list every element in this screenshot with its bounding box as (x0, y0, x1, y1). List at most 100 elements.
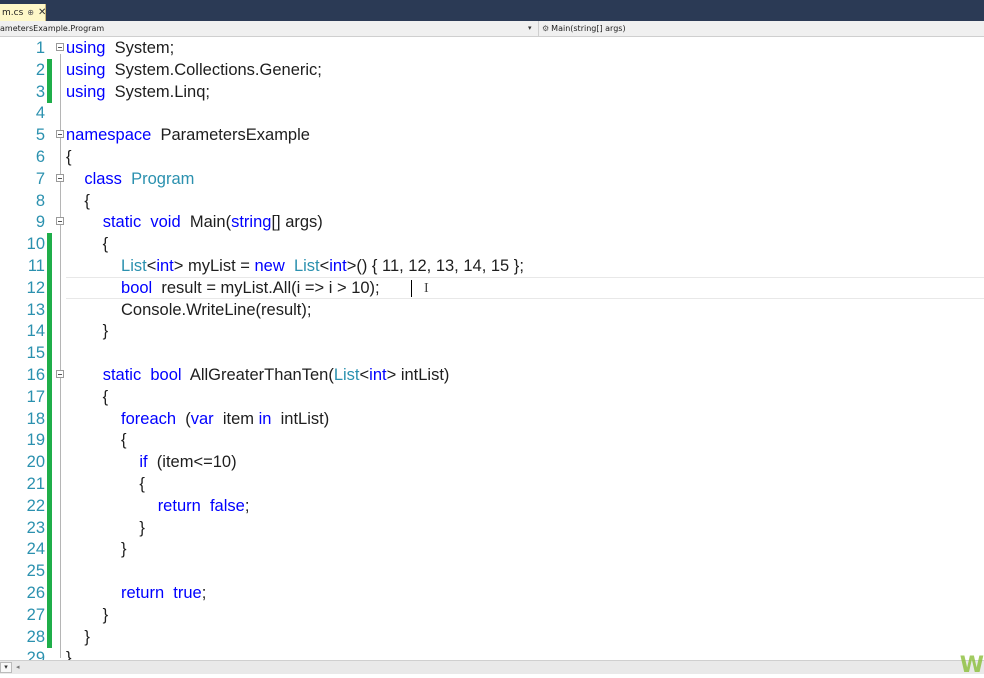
code-line[interactable]: 8 { (0, 190, 984, 212)
code-line[interactable]: 20 if (item<=10) (0, 451, 984, 474)
close-icon[interactable]: ✕ (38, 7, 46, 18)
keyword-token: bool (150, 366, 182, 384)
line-number: 4 (35, 104, 45, 123)
code-token: < (146, 257, 157, 275)
keyword-token: void (150, 213, 181, 232)
code-line[interactable]: 15 (0, 342, 984, 365)
line-number: 13 (26, 300, 45, 319)
code-line[interactable]: 23 } (0, 516, 984, 539)
code-text: class Program (66, 168, 194, 190)
type-token: List (121, 257, 147, 275)
code-line[interactable]: 25 (0, 560, 984, 583)
code-line[interactable]: 29} (0, 647, 984, 660)
code-line[interactable]: 18 foreach (var item in intList) (0, 407, 984, 430)
code-line[interactable]: 10 { (0, 233, 984, 256)
code-line[interactable]: 9 static void Main(string[] args) (0, 211, 984, 233)
text-caret (411, 280, 412, 297)
keyword-token: new (254, 257, 285, 275)
keyword-token: return (121, 584, 165, 602)
change-marker (47, 80, 52, 103)
type-dropdown[interactable]: ametersExample.Program (0, 21, 536, 36)
change-marker (47, 298, 52, 321)
code-line[interactable]: 1 using System; (0, 37, 984, 59)
collapse-icon[interactable] (56, 130, 64, 139)
code-editor[interactable]: 1 using System; 2 using System.Collections.… (0, 37, 984, 660)
code-line[interactable]: 27 } (0, 603, 984, 626)
code-line[interactable]: 5 namespace ParametersExample (0, 124, 984, 146)
code-line[interactable]: 12 bool result = myList.All(i => i > 10)… (0, 276, 984, 299)
code-token: result = myList.All(i => i > 10); (152, 278, 380, 297)
code-text: return true; (66, 582, 206, 604)
keyword-token: true (173, 584, 202, 602)
line-number: 15 (26, 344, 45, 363)
change-marker (47, 560, 52, 583)
keyword-token: using (66, 60, 106, 79)
navigation-bar: ametersExample.Program ▾ ⚙ Main(string[] … (0, 21, 984, 37)
line-number: 8 (35, 191, 45, 210)
bottom-scroll-bar: ▾ ◂ W (0, 653, 984, 678)
chevron-down-icon[interactable]: ▾ (528, 24, 532, 32)
code-line[interactable]: 19 { (0, 429, 984, 452)
line-number: 18 (26, 409, 45, 428)
change-marker (47, 473, 52, 495)
code-line[interactable]: 3 using System.Linq; (0, 80, 984, 103)
collapse-icon[interactable] (56, 173, 64, 182)
code-token: ; (244, 496, 250, 515)
line-number: 2 (35, 60, 45, 79)
line-number: 5 (35, 126, 45, 145)
member-dropdown[interactable]: ⚙ Main(string[] args) (538, 21, 984, 36)
code-text: { (66, 146, 72, 168)
line-number: 29 (26, 649, 45, 660)
line-number: 21 (26, 475, 45, 493)
code-line[interactable]: 28 } (0, 625, 984, 648)
code-token: ; (201, 584, 207, 602)
line-number: 20 (26, 453, 45, 472)
code-line[interactable]: 21 { (0, 473, 984, 495)
code-token: < (319, 257, 330, 275)
line-number: 22 (26, 496, 45, 515)
change-marker (47, 407, 52, 430)
code-token: ParametersExample (151, 126, 310, 145)
type-token: List (293, 257, 320, 275)
code-line[interactable]: 11 List<int> myList = new List<int>() { … (0, 255, 984, 277)
tab-program-cs[interactable]: m.cs ⊕ ✕ (0, 4, 46, 21)
code-text: static bool AllGreaterThanTen(List<int> … (66, 364, 450, 386)
document-tab-strip: m.cs ⊕ ✕ (0, 0, 984, 21)
keyword-token: int (369, 366, 387, 384)
collapse-icon[interactable] (56, 370, 64, 378)
code-line[interactable]: 17 { (0, 385, 984, 408)
zoom-dropdown[interactable]: ▾ (0, 662, 12, 673)
code-token: } (66, 649, 72, 660)
keyword-token: static (102, 213, 142, 232)
code-line[interactable]: 26 return true; (0, 582, 984, 604)
code-text: Console.WriteLine(result); (66, 299, 311, 321)
code-line[interactable]: 24 } (0, 538, 984, 561)
change-marker (47, 516, 52, 539)
collapse-icon[interactable] (56, 217, 64, 226)
type-dropdown-label: ametersExample.Program (0, 24, 105, 33)
code-text: { (66, 190, 90, 212)
code-line[interactable]: 14 } (0, 320, 984, 343)
code-line[interactable]: 7 class Program (0, 168, 984, 190)
code-text: using System; (66, 37, 174, 59)
code-line[interactable]: 16 static bool AllGreaterThanTen(List<in… (0, 364, 984, 386)
collapse-icon[interactable] (56, 43, 64, 51)
code-token: item (213, 409, 259, 428)
code-line[interactable]: 13 Console.WriteLine(result); (0, 298, 984, 321)
code-token: System.Linq; (105, 82, 210, 101)
code-line[interactable]: 4 (0, 102, 984, 124)
scroll-left-arrow-icon[interactable]: ◂ (16, 663, 20, 671)
code-line[interactable]: 6{ (0, 146, 984, 168)
code-line[interactable]: 2 using System.Collections.Generic; (0, 58, 984, 81)
change-marker (47, 255, 52, 277)
code-token: > myList = (173, 257, 255, 275)
code-line[interactable]: 22 return false; (0, 494, 984, 517)
pin-icon[interactable]: ⊕ (27, 8, 34, 17)
code-text: { (66, 386, 109, 408)
